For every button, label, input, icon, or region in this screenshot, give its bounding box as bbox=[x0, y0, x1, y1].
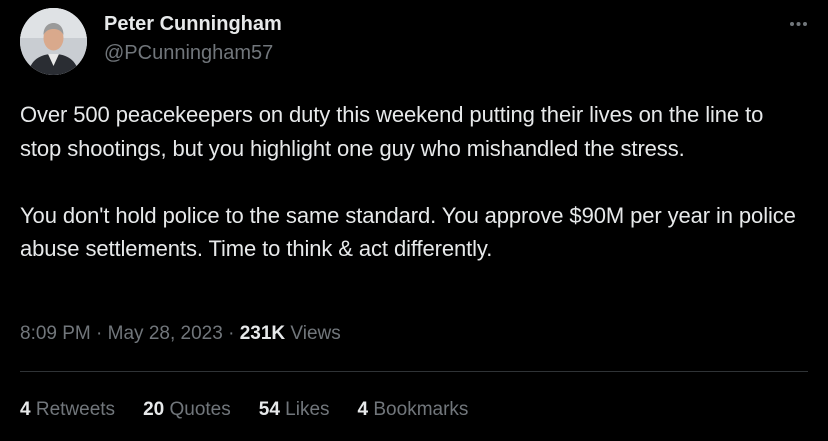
tweet-stats: 4 Retweets 20 Quotes 54 Likes 4 Bookmark… bbox=[20, 399, 496, 421]
bookmarks-label: Bookmarks bbox=[368, 399, 469, 420]
retweets-label: Retweets bbox=[30, 399, 116, 420]
avatar[interactable] bbox=[20, 8, 87, 75]
meta-separator: · bbox=[222, 323, 240, 344]
quotes-stat[interactable]: 20 Quotes bbox=[143, 399, 231, 421]
tweet-date: May 28, 2023 bbox=[107, 323, 223, 344]
retweets-stat[interactable]: 4 Retweets bbox=[20, 399, 115, 421]
views-count: 231K bbox=[239, 323, 286, 344]
avatar-image bbox=[20, 8, 87, 75]
author-handle[interactable]: @PCunningham57 bbox=[104, 42, 273, 65]
likes-stat[interactable]: 54 Likes bbox=[259, 399, 330, 421]
likes-count: 54 bbox=[258, 399, 280, 420]
quotes-count: 20 bbox=[143, 399, 165, 420]
likes-label: Likes bbox=[279, 399, 330, 420]
tweet-meta: 8:09 PM · May 28, 2023 · 231K Views bbox=[20, 323, 341, 345]
author-display-name[interactable]: Peter Cunningham bbox=[104, 13, 282, 36]
more-horizontal-icon bbox=[790, 22, 807, 26]
retweets-count: 4 bbox=[20, 399, 31, 420]
tweet-card: Peter Cunningham @PCunningham57 Over 500… bbox=[0, 0, 828, 441]
views-label: Views bbox=[285, 323, 341, 344]
bookmarks-stat[interactable]: 4 Bookmarks bbox=[358, 399, 469, 421]
bookmarks-count: 4 bbox=[357, 399, 369, 420]
quotes-label: Quotes bbox=[164, 399, 231, 420]
divider bbox=[20, 371, 808, 372]
more-options-button[interactable] bbox=[782, 12, 812, 36]
tweet-time: 8:09 PM bbox=[20, 323, 91, 344]
meta-separator: · bbox=[90, 323, 108, 344]
tweet-timestamp[interactable]: 8:09 PM · May 28, 2023 bbox=[20, 323, 223, 344]
tweet-text: Over 500 peacekeepers on duty this weeke… bbox=[20, 102, 796, 261]
